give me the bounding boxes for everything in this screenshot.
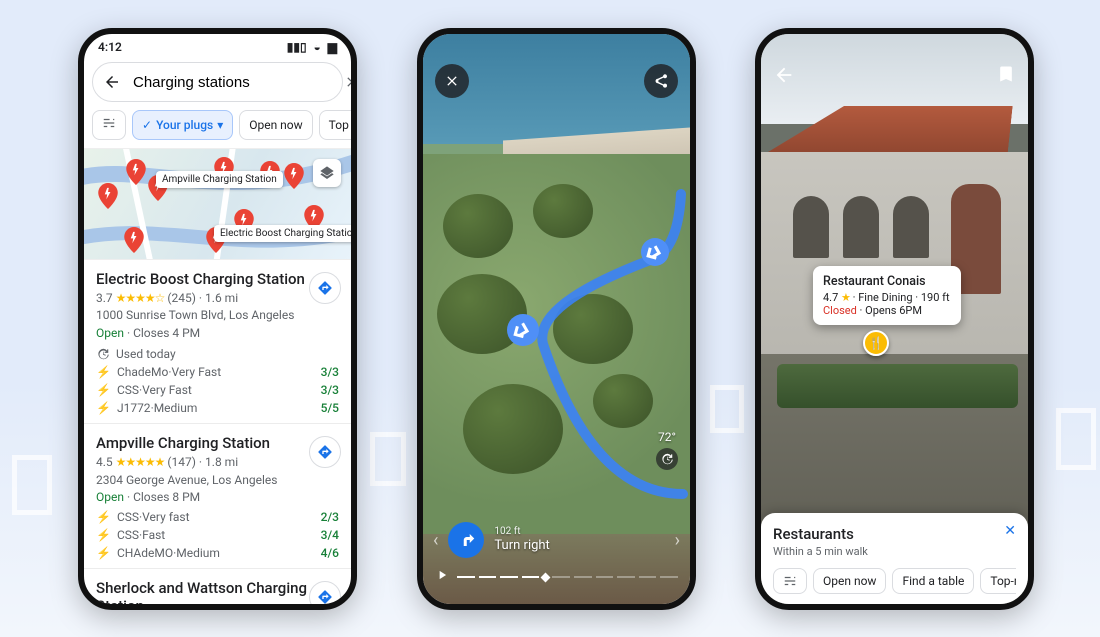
top-rated-chip[interactable]: Top rated xyxy=(319,110,351,140)
check-icon: ✓ xyxy=(142,118,152,132)
tune-chip[interactable] xyxy=(773,568,807,594)
status-icons: ▮▮▯ ◒ ▆ xyxy=(283,40,337,54)
turn-card[interactable]: ‹ 102 ft Turn right › xyxy=(433,522,680,558)
directions-button[interactable] xyxy=(309,581,341,604)
history-icon xyxy=(96,347,110,361)
map-tooltip-electric-boost[interactable]: Electric Boost Charging Station xyxy=(214,225,351,242)
weather-widget[interactable]: 72° xyxy=(656,430,678,470)
star-icon: ★ xyxy=(841,291,850,304)
open-now-chip[interactable]: Open now xyxy=(239,110,312,140)
chevron-right-icon[interactable]: › xyxy=(675,530,680,551)
signal-icon: ▮▮▯ xyxy=(287,40,307,54)
timeline-scrubber[interactable] xyxy=(435,568,678,586)
stars-icon: ★★★★☆ xyxy=(116,291,165,305)
search-bar[interactable] xyxy=(92,62,343,102)
poi-popup[interactable]: Restaurant Conais 4.7 ★ · Fine Dining · … xyxy=(813,266,961,325)
nav-path xyxy=(423,34,690,604)
status-bar: 4:12 ▮▮▯ ◒ ▆ xyxy=(84,34,351,58)
back-icon[interactable] xyxy=(103,73,121,91)
bolt-icon: ⚡ xyxy=(96,365,111,379)
result-title: Ampville Charging Station xyxy=(96,434,339,452)
result-title: Electric Boost Charging Station xyxy=(96,270,339,288)
close-icon[interactable]: ✕ xyxy=(1004,523,1016,539)
phone-charging-stations: 4:12 ▮▮▯ ◒ ▆ xyxy=(78,28,357,610)
tune-chip[interactable] xyxy=(92,110,126,140)
your-plugs-chip[interactable]: ✓ Your plugs ▾ xyxy=(132,110,233,140)
restaurant-pin-icon[interactable]: 🍴 xyxy=(863,330,889,356)
close-button[interactable] xyxy=(435,64,469,98)
share-button[interactable] xyxy=(644,64,678,98)
filter-chips: ✓ Your plugs ▾ Open now Top rated xyxy=(84,102,351,148)
top-rated-chip[interactable]: Top-rated xyxy=(980,568,1016,594)
phone-street-view-lens: 12:57 ◒ ▮ ▯ Restaurant Conais 4.7 ★ · Fi… xyxy=(755,28,1034,610)
result-card[interactable]: Ampville Charging Station 4.5 ★★★★★ (147… xyxy=(84,424,351,569)
chevron-down-icon: ▾ xyxy=(217,118,223,132)
find-table-chip[interactable]: Find a table xyxy=(892,568,974,594)
result-meta: 3.7 ★★★★☆ (245) · 1.6 mi 1000 Sunrise To… xyxy=(96,290,339,342)
poi-name: Restaurant Conais xyxy=(823,274,951,289)
turn-instruction: Turn right xyxy=(494,538,549,554)
directions-button[interactable] xyxy=(309,436,341,468)
recent-use: Used today xyxy=(96,347,339,361)
time-icon xyxy=(656,448,678,470)
result-title: Sherlock and Wattson Charging Station xyxy=(96,579,339,604)
wifi-icon: ◒ xyxy=(314,40,321,54)
map-tooltip-ampville[interactable]: Ampville Charging Station xyxy=(156,171,283,188)
scrubber-thumb[interactable] xyxy=(541,572,551,582)
clock: 4:12 xyxy=(98,40,122,54)
tune-icon xyxy=(783,574,797,588)
result-card[interactable]: Sherlock and Wattson Charging Station 4.… xyxy=(84,569,351,604)
result-card[interactable]: Electric Boost Charging Station 3.7 ★★★★… xyxy=(84,260,351,424)
turn-distance: 102 ft xyxy=(494,526,549,538)
turn-right-icon xyxy=(448,522,484,558)
clear-icon[interactable] xyxy=(344,74,351,90)
layers-button[interactable] xyxy=(313,159,341,187)
directions-button[interactable] xyxy=(309,272,341,304)
play-icon[interactable] xyxy=(435,568,449,586)
open-now-chip[interactable]: Open now xyxy=(813,568,886,594)
temperature: 72° xyxy=(656,430,678,444)
search-input[interactable] xyxy=(131,73,334,92)
bottom-sheet[interactable]: ✕ Restaurants Within a 5 min walk Open n… xyxy=(761,513,1028,604)
tune-icon xyxy=(102,116,116,134)
bookmark-icon[interactable] xyxy=(996,64,1016,90)
chevron-left-icon[interactable]: ‹ xyxy=(433,530,438,551)
map-preview[interactable]: Ampville Charging Station Electric Boost… xyxy=(84,148,351,260)
sheet-subtitle: Within a 5 min walk xyxy=(773,545,1016,558)
phone-immersive-nav: 10:00 ◆ ▮ ▆ 72° ‹ 102 ft Turn right xyxy=(417,28,696,610)
back-icon[interactable] xyxy=(773,64,795,90)
battery-icon: ▆ xyxy=(328,40,337,54)
sheet-title: Restaurants xyxy=(773,525,1016,543)
